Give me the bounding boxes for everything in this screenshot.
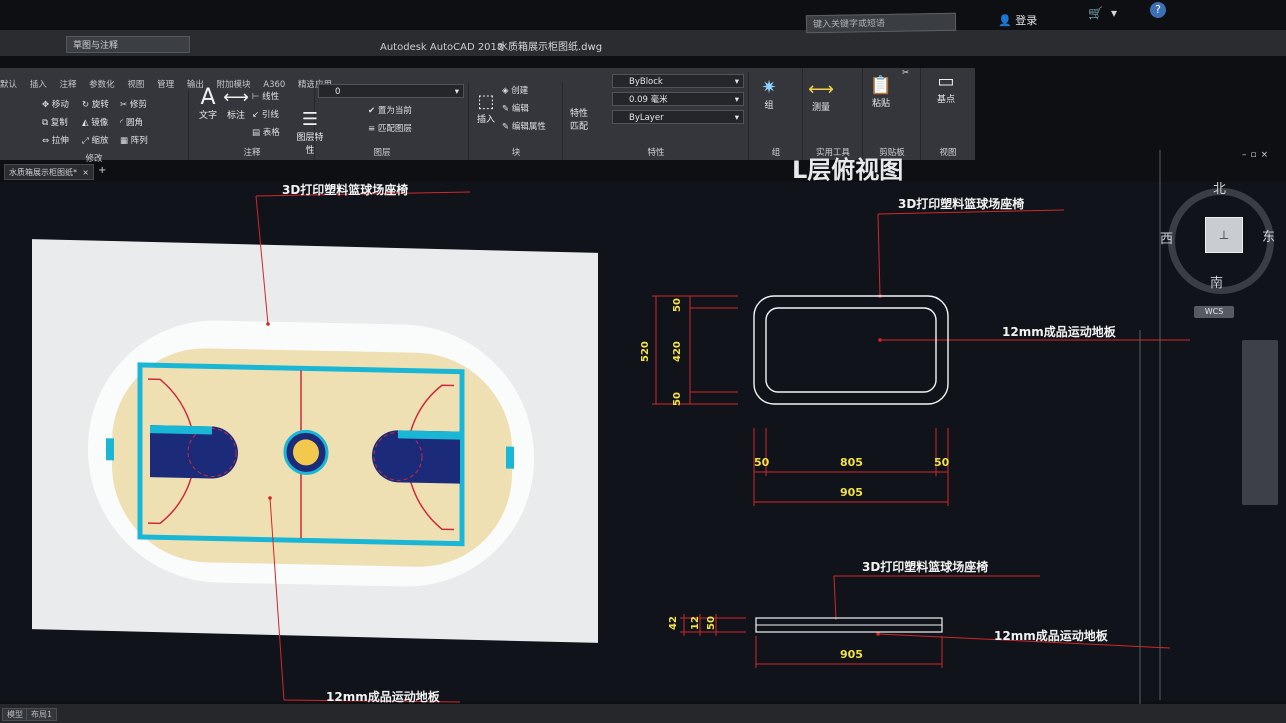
drawing-heading: L层俯视图 — [792, 156, 904, 184]
navigation-bar[interactable] — [1242, 340, 1278, 505]
label-floor-elev: 12mm成品运动地板 — [994, 629, 1108, 643]
viewcube[interactable]: ⊥ — [1205, 217, 1243, 253]
label-floor-plan: 12mm成品运动地板 — [1002, 325, 1116, 339]
dim-right-rail: 50 — [934, 456, 950, 469]
paint-stripe-left — [150, 425, 212, 435]
label-seat-elev: 3D打印塑料篮球场座椅 — [862, 560, 989, 574]
leader-seat-top-drop — [255, 195, 269, 325]
seat-plan-inner — [765, 307, 937, 393]
dim-top-rail: 50 — [672, 298, 683, 312]
leader-dot — [878, 338, 882, 342]
compass-east[interactable]: 东 — [1262, 226, 1275, 245]
label-seat-plan: 3D打印塑料篮球场座椅 — [898, 197, 1025, 211]
dim-inner-height: 420 — [672, 341, 683, 362]
compass-south[interactable]: 南 — [1210, 272, 1223, 291]
dim-elev-total: 42 — [668, 616, 679, 630]
status-bar: 模型 布局1 — [0, 704, 1286, 723]
compass-north[interactable]: 北 — [1213, 178, 1226, 197]
dim-total-width: 905 — [840, 486, 863, 499]
dim-lines-elevation — [680, 614, 943, 668]
restore-icon[interactable]: ▫ — [1251, 150, 1261, 160]
viewport-window-controls[interactable]: –▫× — [1242, 150, 1272, 160]
leader-dot — [266, 322, 270, 326]
wcs-menu[interactable]: WCS — [1194, 306, 1234, 318]
close-icon[interactable]: × — [1261, 150, 1273, 160]
paint-stripe-right — [398, 430, 460, 440]
dim-left-rail: 50 — [754, 456, 770, 469]
dim-total-height: 520 — [640, 341, 651, 362]
dim-lines-vertical — [652, 295, 738, 405]
court-render — [88, 320, 534, 587]
leader-dot — [268, 496, 272, 500]
dim-inner-width: 805 — [840, 456, 863, 469]
label-floor-left: 12mm成品运动地板 — [326, 690, 440, 704]
leader-seat-elev-drop — [833, 575, 837, 621]
dim-bottom-rail: 50 — [672, 392, 683, 406]
dim-elev-seat: 50 — [706, 616, 717, 630]
seat-plan-outer — [753, 295, 949, 405]
compass-west[interactable]: 西 — [1160, 228, 1173, 247]
leader-dot — [876, 632, 880, 636]
side-bench-right — [506, 446, 514, 469]
tab-layout1[interactable]: 布局1 — [26, 708, 58, 721]
label-seat-left: 3D打印塑料篮球场座椅 — [282, 183, 409, 197]
minimize-icon[interactable]: – — [1242, 150, 1251, 160]
tab-model[interactable]: 模型 — [2, 708, 28, 721]
dim-elev-width: 905 — [840, 648, 863, 661]
dim-elev-floor: 12 — [690, 616, 701, 630]
side-bench-left — [106, 438, 114, 461]
leader-seat-plan-drop — [877, 213, 881, 297]
